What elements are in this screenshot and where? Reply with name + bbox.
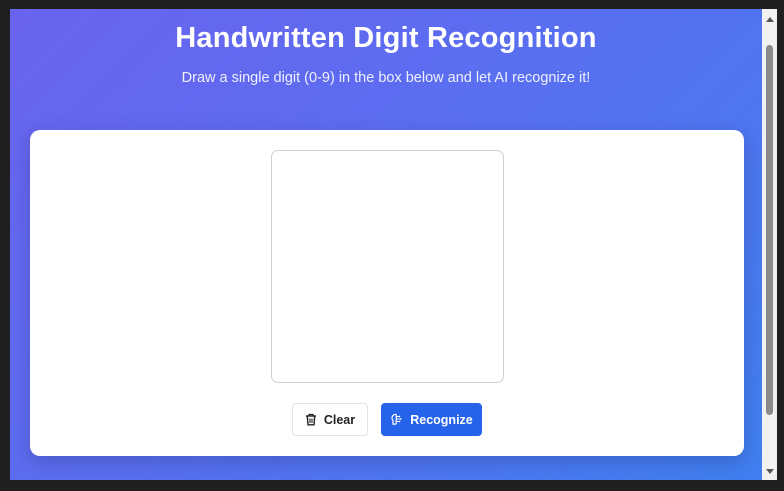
scroll-up-icon[interactable]	[762, 11, 777, 26]
clear-button-label: Clear	[323, 412, 356, 427]
app-window: Handwritten Digit Recognition Draw a sin…	[10, 9, 762, 480]
trash-icon	[305, 413, 317, 426]
drawing-card: Clear Recognize	[30, 130, 744, 456]
scroll-down-icon[interactable]	[762, 464, 777, 479]
recognize-button[interactable]: Recognize	[381, 403, 482, 436]
brain-icon	[390, 413, 403, 426]
page-title: Handwritten Digit Recognition	[175, 22, 597, 54]
clear-button[interactable]: Clear	[292, 403, 368, 436]
vertical-scrollbar[interactable]	[762, 9, 777, 480]
page-subtitle: Draw a single digit (0-9) in the box bel…	[181, 70, 591, 86]
drawing-canvas[interactable]	[271, 150, 504, 383]
scrollbar-thumb[interactable]	[766, 45, 773, 415]
recognize-button-label: Recognize	[410, 412, 473, 427]
